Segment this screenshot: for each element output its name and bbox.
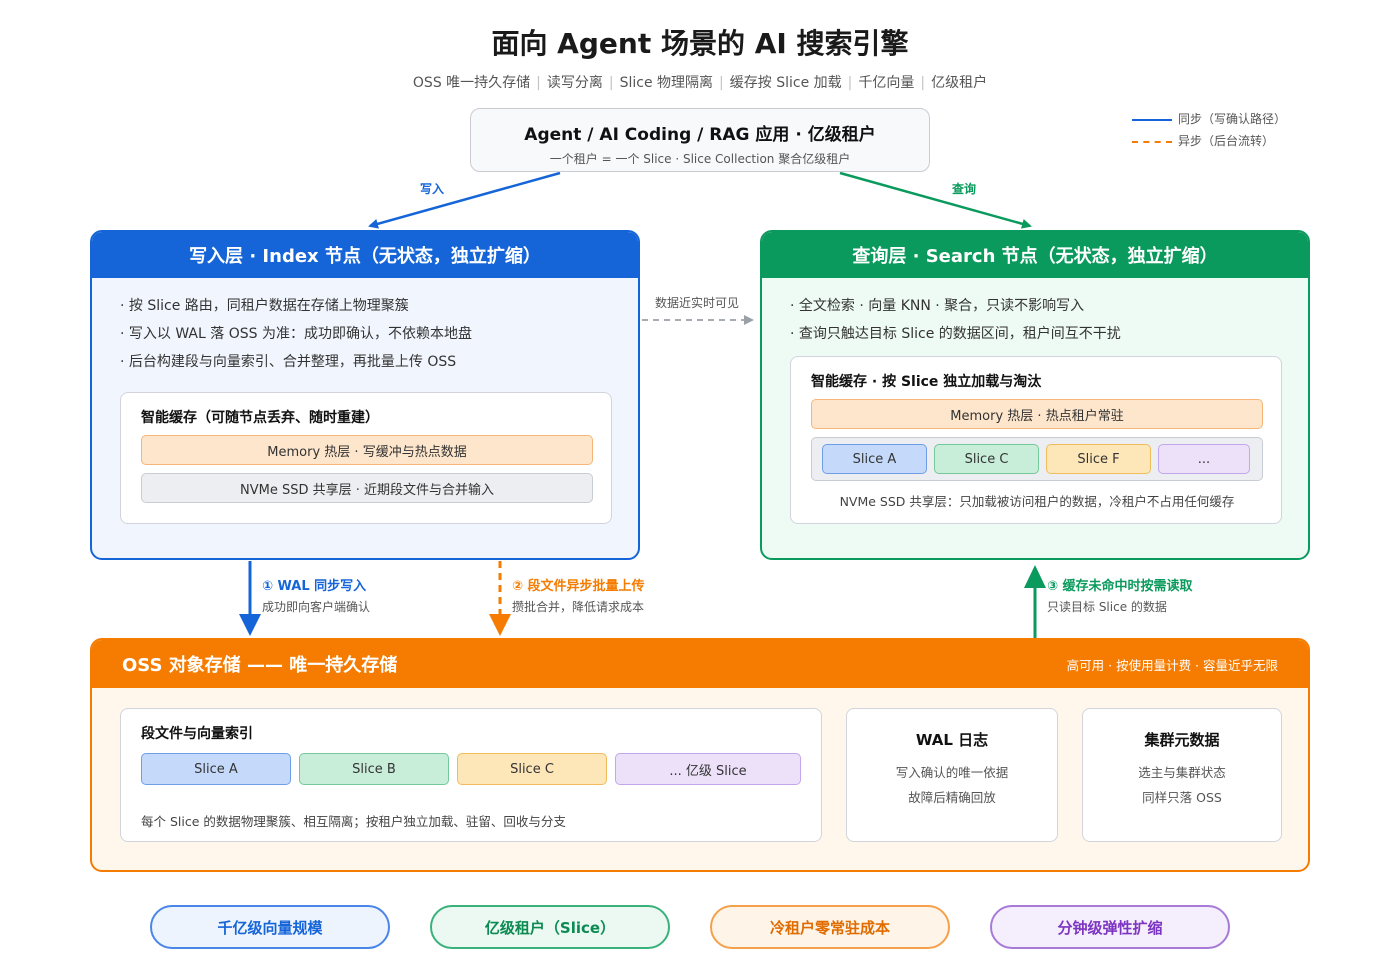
legend-async: 异步（后台流转）: [1132, 132, 1274, 149]
write-layer-title: 写入层 · Index 节点（无状态，独立扩缩）: [92, 232, 638, 278]
miss-flow-title: ③ 缓存未命中时按需读取: [1047, 579, 1193, 594]
query-arrow: [839, 171, 1032, 229]
query-slice-chip: Slice C: [934, 444, 1039, 474]
oss-slice-chip: Slice A: [141, 753, 291, 785]
query-layer-panel: 查询层 · Search 节点（无状态，独立扩缩） · 全文检索 · 向量 KN…: [760, 230, 1310, 560]
subtitle-separator: |: [847, 75, 853, 91]
oss-header: OSS 对象存储 —— 唯一持久存储 高可用 · 按使用量计费 · 容量近乎无限: [92, 640, 1308, 688]
subtitle-item: 读写分离: [546, 75, 603, 91]
write-bullet: · 写入以 WAL 落 OSS 为准：成功即确认，不依赖本地盘: [120, 326, 472, 342]
wal-flow-label: ① WAL 同步写入 成功即向客户端确认: [262, 575, 370, 615]
write-layer-panel: 写入层 · Index 节点（无状态，独立扩缩） · 按 Slice 路由，同租…: [90, 230, 640, 560]
client-app-box: Agent / AI Coding / RAG 应用 · 亿级租户 一个租户 =…: [470, 108, 930, 172]
write-bullet: · 按 Slice 路由，同租户数据在存储上物理聚簇: [120, 298, 409, 314]
miss-flow-label: ③ 缓存未命中时按需读取 只读目标 Slice 的数据: [1047, 575, 1193, 615]
write-cache-box: 智能缓存（可随节点丢弃、随时重建） Memory 热层 · 写缓冲与热点数据 N…: [120, 392, 612, 524]
metadata-title: 集群元数据: [1144, 731, 1220, 749]
subtitle-item: 千亿向量: [858, 75, 915, 91]
write-arrow: [368, 171, 561, 229]
write-memory-layer: Memory 热层 · 写缓冲与热点数据: [141, 435, 593, 465]
query-nvme-note: NVMe SSD 共享层：只加载被访问租户的数据，冷租户不占用任何缓存: [839, 494, 1235, 509]
wal-log-line2: 故障后精确回放: [908, 790, 996, 805]
legend-async-label: 异步（后台流转）: [1178, 134, 1275, 148]
subtitle-item: 亿级租户: [931, 75, 988, 91]
oss-right-note: 高可用 · 按使用量计费 · 容量近乎无限: [1066, 657, 1278, 673]
wal-sync-arrowhead: [239, 614, 261, 636]
subtitle-separator: |: [536, 75, 541, 91]
wal-flow-desc: 成功即向客户端确认: [262, 600, 371, 614]
feature-pill-tenants: 亿级租户（Slice）: [430, 905, 670, 949]
wal-log-line1: 写入确认的唯一依据: [895, 765, 1009, 780]
sync-line-icon: [1132, 118, 1172, 121]
segment-flow-title: ② 段文件异步批量上传: [512, 579, 645, 594]
query-layer-title: 查询层 · Search 节点（无状态，独立扩缩）: [762, 232, 1308, 278]
subtitle-item: Slice 物理隔离: [619, 75, 714, 91]
segment-index-note: 每个 Slice 的数据物理聚簇、相互隔离；按租户独立加载、驻留、回收与分支: [141, 814, 566, 829]
metadata-box: 集群元数据 选主与集群状态 同样只落 OSS: [1082, 708, 1282, 842]
oss-slice-chip: Slice C: [457, 753, 607, 785]
page-subtitle: OSS 唯一持久存储 | 读写分离 | Slice 物理隔离 | 缓存按 Slice 加载 |…: [0, 72, 1400, 92]
query-slice-chip: Slice F: [1046, 444, 1151, 474]
oss-slice-chip: ... 亿级 Slice: [615, 753, 801, 785]
segment-flow-desc: 攒批合并，降低请求成本: [512, 600, 645, 614]
legend-sync-label: 同步（写确认路径）: [1178, 112, 1287, 126]
metadata-line2: 同样只落 OSS: [1142, 790, 1222, 805]
segment-index-box: 段文件与向量索引 Slice A Slice B Slice C ... 亿级 …: [120, 708, 822, 842]
feature-pill-vectors: 千亿级向量规模: [150, 905, 390, 949]
write-edge-label: 写入: [420, 182, 445, 196]
oss-panel: OSS 对象存储 —— 唯一持久存储 高可用 · 按使用量计费 · 容量近乎无限…: [90, 638, 1310, 872]
query-cache-title: 智能缓存 · 按 Slice 独立加载与淘汰: [811, 374, 1042, 390]
oss-title: OSS 对象存储 —— 唯一持久存储: [122, 655, 398, 676]
client-app-title: Agent / AI Coding / RAG 应用 · 亿级租户: [524, 125, 876, 145]
page-title: 面向 Agent 场景的 AI 搜索引擎: [491, 27, 909, 60]
miss-flow-desc: 只读目标 Slice 的数据: [1047, 600, 1167, 614]
query-layer-bullets: · 全文检索 · 向量 KNN · 聚合，只读不影响写入 · 查询只触达目标 S…: [762, 278, 1308, 348]
query-memory-layer: Memory 热层 · 热点租户常驻: [811, 399, 1263, 429]
subtitle-separator: |: [920, 75, 926, 91]
subtitle-separator: |: [608, 75, 614, 91]
feature-pill-cold-tenant: 冷租户零常驻成本: [710, 905, 950, 949]
wal-log-box: WAL 日志 写入确认的唯一依据 故障后精确回放: [846, 708, 1058, 842]
query-bullet: · 全文检索 · 向量 KNN · 聚合，只读不影响写入: [790, 298, 1085, 314]
query-edge-label: 查询: [952, 182, 977, 196]
query-cache-box: 智能缓存 · 按 Slice 独立加载与淘汰 Memory 热层 · 热点租户常…: [790, 356, 1282, 524]
segment-index-title: 段文件与向量索引: [141, 726, 253, 742]
write-cache-title: 智能缓存（可随节点丢弃、随时重建）: [141, 410, 379, 426]
cache-miss-arrowhead: [1024, 565, 1046, 588]
write-nvme-layer: NVMe SSD 共享层 · 近期段文件与合并输入: [141, 473, 593, 503]
oss-slice-chip: Slice B: [299, 753, 449, 785]
metadata-line1: 选主与集群状态: [1138, 765, 1226, 780]
feature-pill-scaling: 分钟级弹性扩缩: [990, 905, 1230, 949]
write-layer-bullets: · 按 Slice 路由，同租户数据在存储上物理聚簇 · 写入以 WAL 落 O…: [92, 278, 638, 376]
async-line-icon: [1132, 140, 1172, 143]
near-realtime-label: 数据近实时可见: [655, 296, 740, 310]
query-slice-row: Slice A Slice C Slice F ...: [811, 437, 1263, 481]
segment-async-arrowhead: [489, 614, 511, 636]
subtitle-item: 缓存按 Slice 加载: [729, 75, 842, 91]
segment-flow-label: ② 段文件异步批量上传 攒批合并，降低请求成本: [512, 575, 645, 615]
client-app-subtitle: 一个租户 = 一个 Slice · Slice Collection 聚合亿级租…: [549, 152, 851, 166]
query-slice-chip: ...: [1158, 444, 1250, 474]
query-slice-chip: Slice A: [822, 444, 927, 474]
query-bullet: · 查询只触达目标 Slice 的数据区间，租户间互不干扰: [790, 326, 1121, 342]
write-bullet: · 后台构建段与向量索引、合并整理，再批量上传 OSS: [120, 354, 457, 370]
subtitle-separator: |: [719, 75, 724, 91]
subtitle-item: OSS 唯一持久存储: [412, 75, 531, 91]
wal-log-title: WAL 日志: [915, 731, 989, 749]
wal-flow-title: ① WAL 同步写入: [262, 579, 367, 594]
legend-sync: 同步（写确认路径）: [1132, 110, 1286, 127]
